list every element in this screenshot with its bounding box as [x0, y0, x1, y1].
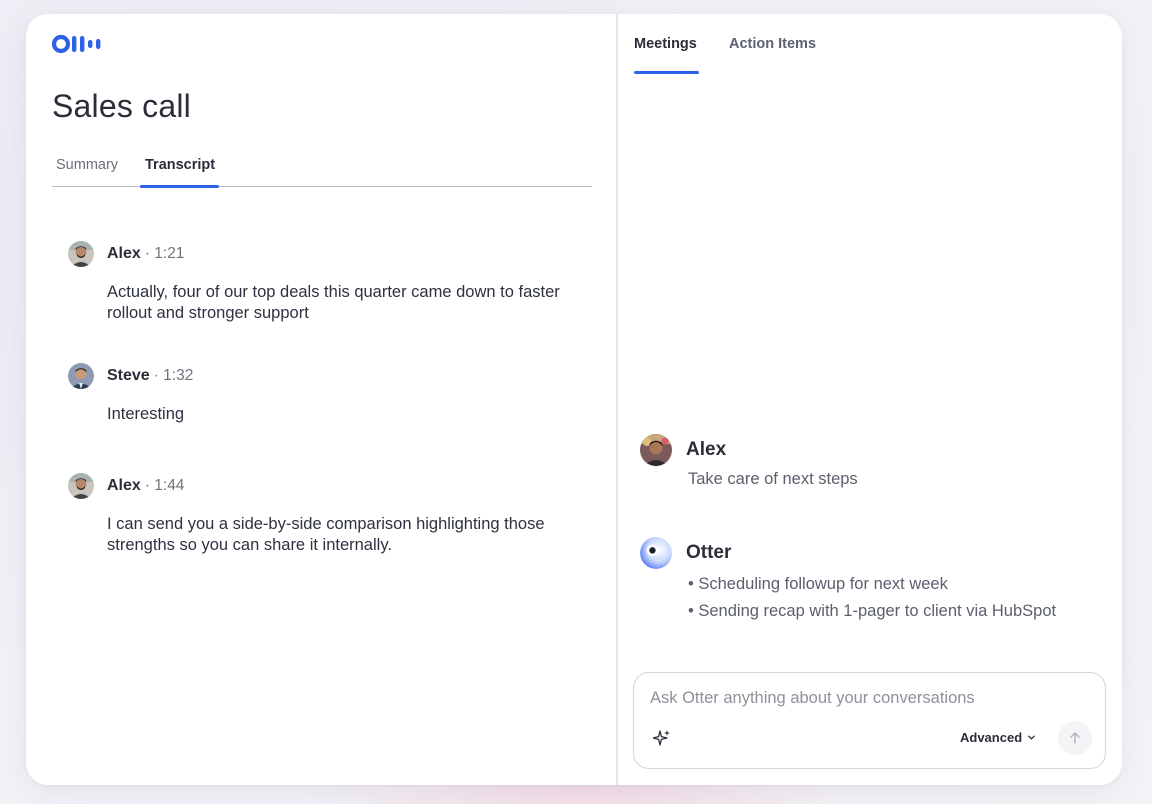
transcript-entry: Steve · 1:32 Interesting: [68, 363, 588, 425]
sender-name: Otter: [686, 542, 732, 563]
arrow-up-icon: [1070, 732, 1080, 744]
page-title: Sales call: [52, 88, 191, 124]
otter-logo-icon[interactable]: [52, 34, 106, 54]
list-item: Scheduling followup for next week: [688, 571, 1110, 598]
chat-message: Otter Scheduling followup for next week …: [640, 537, 1110, 625]
transcript-entry: Alex · 1:44 I can send you a side-by-sid…: [68, 473, 588, 555]
avatar-alex: [640, 434, 672, 466]
advanced-dropdown[interactable]: Advanced: [960, 730, 1036, 745]
tab-action-items[interactable]: Action Items: [729, 36, 816, 52]
sparkle-icon[interactable]: [653, 729, 671, 747]
ask-otter-box: Advanced: [633, 672, 1106, 769]
tab-meetings[interactable]: Meetings: [634, 36, 697, 52]
avatar-alex: [68, 473, 94, 499]
transcript-text: Interesting: [107, 405, 185, 423]
message-text: Take care of next steps: [688, 470, 858, 488]
speaker-name: Alex: [107, 477, 141, 494]
otter-avatar-icon: [640, 537, 672, 569]
active-tab-indicator: [634, 71, 699, 74]
panel-divider: [616, 14, 618, 785]
transcript-text: I can send you a side-by-side comparison…: [107, 515, 545, 554]
list-item: Sending recap with 1-pager to client via…: [688, 598, 1110, 625]
speaker-name: Alex: [107, 245, 141, 262]
avatar-alex: [68, 241, 94, 267]
avatar-steve: [68, 363, 94, 389]
ask-otter-input[interactable]: [650, 689, 1080, 708]
timestamp[interactable]: · 1:21: [145, 245, 185, 263]
tab-transcript[interactable]: Transcript: [145, 157, 215, 187]
send-button[interactable]: [1058, 721, 1092, 755]
transcript-tabs: Summary Transcript: [52, 154, 592, 188]
app-card: Sales call Summary Transcript Alex · 1:2…: [26, 14, 1122, 785]
tab-summary[interactable]: Summary: [56, 157, 118, 187]
chat-message: Alex Take care of next steps: [640, 434, 1110, 493]
transcript-entry: Alex · 1:21 Actually, four of our top de…: [68, 241, 588, 323]
chevron-down-icon: [1028, 735, 1035, 740]
timestamp[interactable]: · 1:32: [154, 367, 194, 385]
advanced-label: Advanced: [960, 730, 1023, 745]
sender-name: Alex: [686, 439, 727, 460]
transcript-text: Actually, four of our top deals this qua…: [107, 283, 560, 322]
speaker-name: Steve: [107, 367, 150, 384]
active-tab-indicator: [140, 185, 219, 188]
timestamp[interactable]: · 1:44: [145, 477, 185, 495]
